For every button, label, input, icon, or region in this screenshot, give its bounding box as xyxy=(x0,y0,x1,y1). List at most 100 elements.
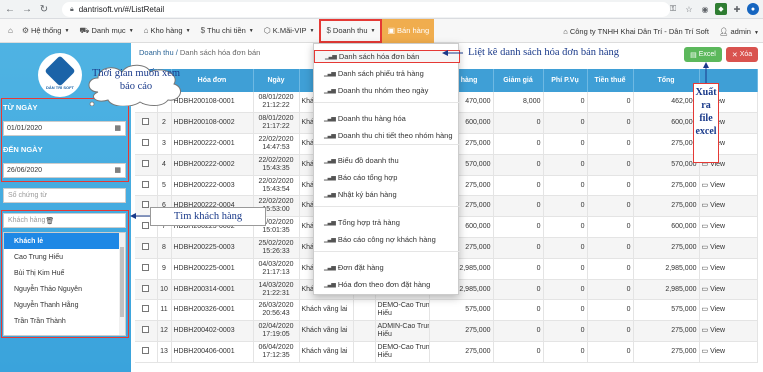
trash-icon[interactable]: 🗑︎ xyxy=(45,217,54,225)
export-excel-button[interactable]: ▤ Excel xyxy=(684,47,722,62)
bar-chart-icon: ▁▃▅ xyxy=(324,88,336,94)
row-checkbox[interactable] xyxy=(142,305,150,313)
row-checkbox[interactable] xyxy=(142,284,150,292)
view-link[interactable]: ▭ View xyxy=(702,348,726,355)
list-item[interactable]: Bùi Thị Kim Huế xyxy=(4,265,125,281)
scrollbar-thumb[interactable] xyxy=(120,247,124,317)
menu-thu-chi-tien[interactable]: $ Thu chi tiền ▼ xyxy=(196,19,259,43)
view-link[interactable]: ▭ View xyxy=(702,327,726,334)
calendar-icon[interactable]: ▦ xyxy=(114,124,121,132)
voucher-placeholder: Số chứng từ xyxy=(8,192,47,199)
view-cell: ▭ View xyxy=(699,279,758,301)
profile-icon[interactable]: ● xyxy=(747,3,759,15)
dropdown-item[interactable]: ▁▃▅ Nhật ký bán hàng xyxy=(314,188,460,201)
dropdown-item[interactable]: ▁▃▅ Doanh thu hàng hóa xyxy=(314,112,460,125)
customer-search-input[interactable]: Khách hàng 🗑︎ xyxy=(3,213,126,228)
menu-he-thong[interactable]: ⚙ Hệ thống ▼ xyxy=(17,19,75,43)
row-checkbox[interactable] xyxy=(142,138,150,146)
dropdown-item[interactable]: ▁▃▅ Doanh thu nhóm theo ngày xyxy=(314,84,460,97)
view-link[interactable]: ▭ View xyxy=(702,265,726,272)
note-line2: Hiếu xyxy=(377,331,392,339)
menu-danh-muc[interactable]: ⛟ Danh mục ▼ xyxy=(74,19,138,43)
dropdown-item[interactable]: ▁▃▅ Báo cáo tổng hợp xyxy=(314,171,460,184)
view-link[interactable]: ▭ View xyxy=(702,182,726,189)
dropdown-item[interactable]: ▁▃▅ Đơn đặt hàng xyxy=(314,261,460,274)
row-checkbox-cell xyxy=(135,320,158,343)
dropdown-item[interactable]: ▁▃▅ Doanh thu chi tiết theo nhóm hàng xyxy=(314,129,460,142)
column-header[interactable]: Giảm giá xyxy=(493,69,544,92)
puzzle-icon[interactable]: ✚ xyxy=(731,3,743,15)
camera-icon[interactable]: ◉ xyxy=(699,3,711,15)
service-fee: 0 xyxy=(543,154,588,176)
dropdown-item[interactable]: ▁▃▅ Báo cáo công nợ khách hàng xyxy=(314,233,460,246)
menu-doanh-thu[interactable]: $ Doanh thu ▼ xyxy=(319,18,383,43)
column-header[interactable]: Tiền thuế xyxy=(587,69,634,92)
dropdown-item[interactable]: ▁▃▅ Tổng hợp trả hàng xyxy=(314,216,460,229)
address-bar[interactable]: 🔒︎ dantrisoft.vn/#/ListRetail xyxy=(62,2,670,17)
discount: 0 xyxy=(493,133,544,155)
column-header[interactable]: Tổng xyxy=(633,69,700,92)
row-checkbox[interactable] xyxy=(142,222,150,230)
view-link[interactable]: ▭ View xyxy=(702,306,726,313)
calendar-icon[interactable]: ▦ xyxy=(114,166,121,174)
back-icon[interactable]: ← xyxy=(3,2,17,16)
voucher-number-input[interactable]: Số chứng từ xyxy=(3,188,126,203)
menu-ban-hang[interactable]: ▣ Bán hàng xyxy=(382,18,435,43)
logo-mark xyxy=(44,55,76,87)
service-fee: 0 xyxy=(543,216,588,239)
column-header[interactable]: Ngày xyxy=(253,69,300,92)
view-label: View xyxy=(710,285,726,293)
menu-divider xyxy=(314,144,460,145)
star-icon[interactable]: ☆ xyxy=(683,3,695,15)
dropdown-item-label: Biểu đồ doanh thu xyxy=(337,156,399,165)
row-checkbox[interactable] xyxy=(142,180,150,188)
menu-home-icon[interactable]: ⌂ xyxy=(0,19,17,43)
delete-button[interactable]: ✕ Xóa xyxy=(726,47,758,62)
row-checkbox[interactable] xyxy=(142,159,150,167)
table-row[interactable]: 12 HDBH200402-0003 02/04/2020 17:19:05 Khách… xyxy=(135,320,758,343)
bar-chart-icon: ▁▃▅ xyxy=(324,237,336,243)
row-checkbox[interactable] xyxy=(142,326,150,334)
from-date-input[interactable]: 01/01/2020 ▦ xyxy=(3,121,126,136)
row-checkbox[interactable] xyxy=(142,242,150,250)
dropdown-item-label: Báo cáo tổng hợp xyxy=(337,173,398,182)
user-menu[interactable]: 👤︎ admin ▼ xyxy=(719,27,759,36)
table-row[interactable]: 13 HDBH200406-0001 06/04/2020 17:12:35 Khách… xyxy=(135,341,758,363)
reload-icon[interactable]: ↻ xyxy=(37,2,51,16)
dropdown-item[interactable]: ▁▃▅ Biểu đồ doanh thu xyxy=(314,154,460,167)
row-checkbox[interactable] xyxy=(142,263,150,271)
list-item[interactable]: Khách lẻ xyxy=(4,233,125,249)
forward-icon[interactable]: → xyxy=(20,2,34,16)
view-link[interactable]: ▭ View xyxy=(702,244,726,251)
bar-chart-icon: ▁▃▅ xyxy=(324,265,336,271)
company-name[interactable]: ⌂ Công ty TNHH Khai Dân Trí - Dân Trí So… xyxy=(563,27,709,36)
dollar-icon: $ xyxy=(326,26,331,35)
folder-icon: ▭ xyxy=(701,285,711,293)
dropdown-item[interactable]: ▁▃▅ Danh sách phiếu trả hàng xyxy=(314,67,460,80)
view-link[interactable]: ▭ View xyxy=(702,286,726,293)
column-header[interactable]: Phí P.Vụ xyxy=(543,69,588,92)
delete-label: Xóa xyxy=(739,51,753,58)
menu-khuyen-mai-vip[interactable]: ⬡ K.Mãi-VIP ▼ xyxy=(259,19,320,43)
list-item[interactable]: Trần Trần Thành xyxy=(4,313,125,329)
scrollbar[interactable] xyxy=(119,233,125,335)
row-checkbox[interactable] xyxy=(142,346,150,354)
dropdown-item[interactable]: ▁▃▅ Danh sách hóa đơn bán xyxy=(314,50,460,63)
list-item[interactable]: Cao Trung Hiếu xyxy=(4,249,125,265)
key-icon[interactable]: ⚿ xyxy=(667,3,679,15)
view-link[interactable]: ▭ View xyxy=(702,202,726,209)
row-checkbox[interactable] xyxy=(142,118,150,126)
row-checkbox-cell xyxy=(135,133,158,155)
total: 570,000 xyxy=(633,154,700,176)
table-row[interactable]: 11 HDBH200326-0001 26/03/2020 20:56:43 Khách… xyxy=(135,299,758,322)
to-date-input[interactable]: 26/06/2020 ▦ xyxy=(3,163,126,178)
user-icon: 👤︎ xyxy=(718,26,731,36)
dropdown-item[interactable]: ▁▃▅ Hóa đơn theo đơn đặt hàng xyxy=(314,278,460,291)
view-link[interactable]: ▭ View xyxy=(702,223,726,230)
menu-kho-hang[interactable]: ⌂ Kho hàng ▼ xyxy=(139,19,196,43)
shield-extension-icon[interactable]: ◆ xyxy=(715,3,727,15)
breadcrumb-parent[interactable]: Doanh thu xyxy=(139,48,174,57)
list-item[interactable]: Nguyễn Thảo Nguyên xyxy=(4,281,125,297)
row-checkbox[interactable] xyxy=(142,201,150,209)
list-item[interactable]: Nguyễn Thanh Hằng xyxy=(4,297,125,313)
